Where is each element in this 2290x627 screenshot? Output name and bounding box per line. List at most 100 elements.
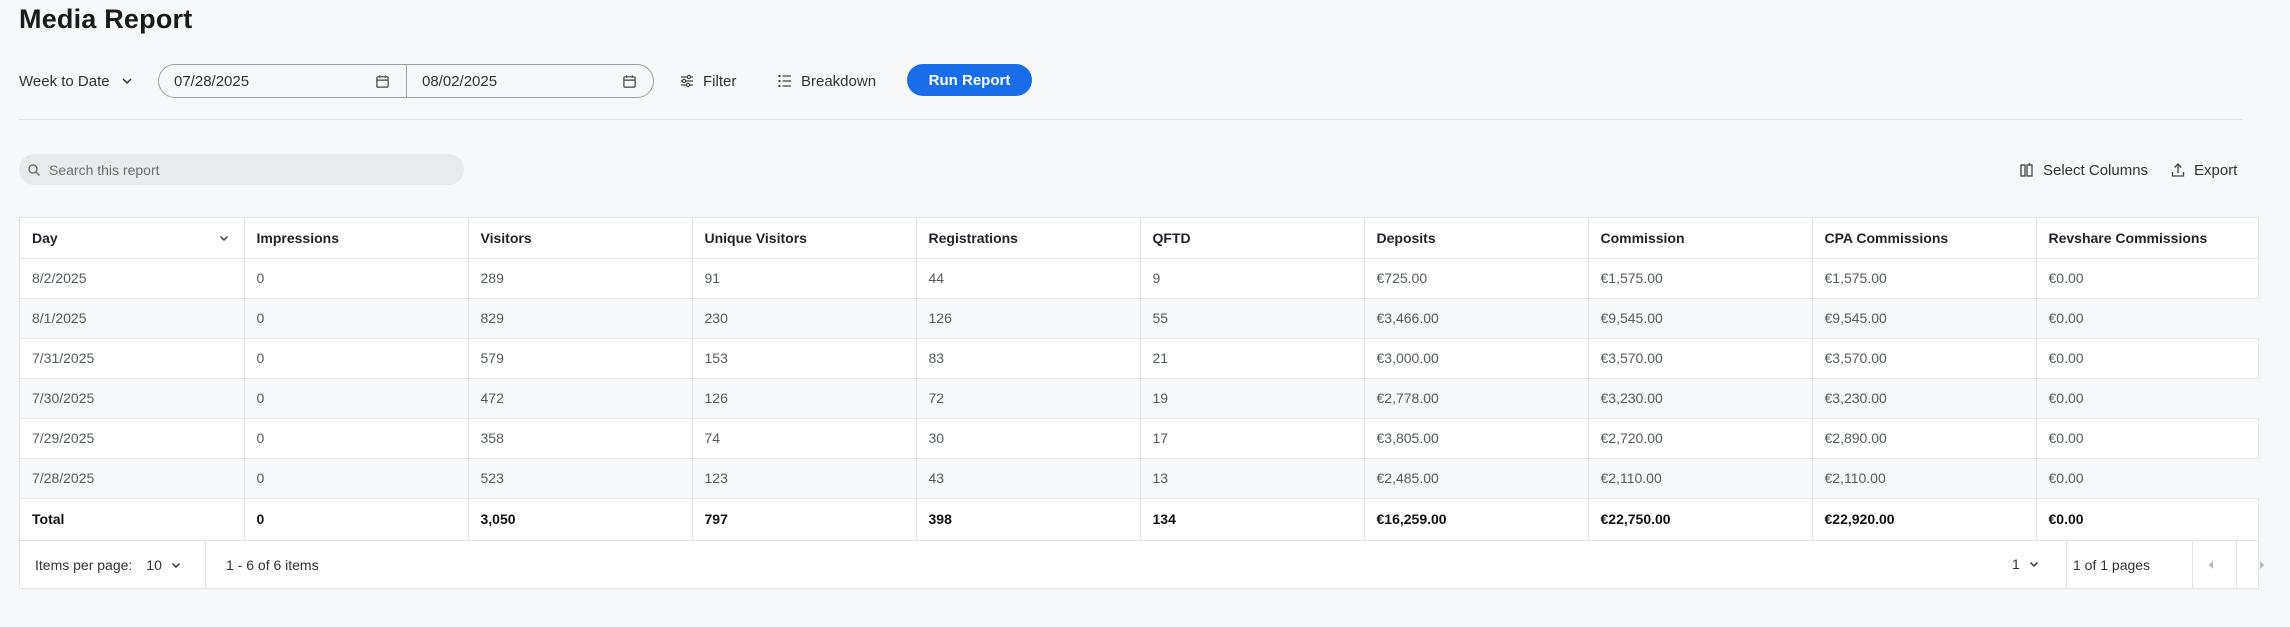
table-cell: 0 — [244, 458, 469, 499]
totals-cell: €22,920.00 — [1812, 497, 2037, 540]
column-header-qftd[interactable]: QFTD — [1140, 218, 1365, 259]
chevron-down-icon — [2029, 562, 2038, 567]
table-row: 7/29/2025 0 358 74 30 17 €3,805.00 €2,720.00 €2,… — [20, 418, 2260, 459]
table-row: 7/31/2025 0 579 153 83 21 €3,000.00 €3,570.00 €3… — [20, 338, 2260, 379]
table-cell: 44 — [916, 258, 1141, 299]
table-cell: €725.00 — [1364, 258, 1589, 299]
table-cell: €2,890.00 — [1812, 418, 2037, 459]
table-cell: €3,466.00 — [1364, 298, 1589, 339]
table-cell: 21 — [1140, 338, 1365, 379]
table-cell: €0.00 — [2036, 338, 2260, 379]
totals-row: Total 0 3,050 797 398 134 €16,259.00 €22,750.00… — [20, 497, 2260, 540]
table-cell: 55 — [1140, 298, 1365, 339]
column-header-revshare-commissions[interactable]: Revshare Commissions — [2036, 218, 2260, 259]
search-input[interactable] — [49, 161, 429, 178]
table-cell: 43 — [916, 458, 1141, 499]
column-header-registrations[interactable]: Registrations — [916, 218, 1141, 259]
table-cell: €0.00 — [2036, 298, 2260, 339]
sliders-icon — [681, 74, 693, 88]
table-row: 8/1/2025 0 829 230 126 55 €3,466.00 €9,545.00 €9… — [20, 298, 2260, 339]
totals-cell: Total — [20, 497, 245, 540]
date-range-inputs: 07/28/2025 08/02/2025 — [158, 64, 654, 98]
table-header-row: Day Impressions Visitors Unique Visitors… — [20, 218, 2260, 259]
current-page-value: 1 — [2012, 556, 2020, 572]
totals-cell: €16,259.00 — [1364, 497, 1589, 540]
totals-cell: 134 — [1140, 497, 1365, 540]
page-number-select[interactable]: 1 — [2012, 556, 2040, 572]
table-row: 7/30/2025 0 472 126 72 19 €2,778.00 €3,230.00 €3… — [20, 378, 2260, 419]
report-table-container: Day Impressions Visitors Unique Visitors… — [19, 217, 2264, 589]
report-search[interactable] — [19, 154, 464, 185]
export-button[interactable]: Export — [2170, 158, 2237, 182]
column-header-unique-visitors[interactable]: Unique Visitors — [692, 218, 917, 259]
table-cell: 472 — [468, 378, 693, 419]
table-cell: 30 — [916, 418, 1141, 459]
pager-divider — [2066, 541, 2067, 589]
previous-page-button[interactable] — [2186, 541, 2236, 589]
next-page-button[interactable] — [2236, 541, 2286, 589]
date-range-select[interactable]: Week to Date — [19, 73, 134, 90]
table-cell: €2,720.00 — [1588, 418, 1813, 459]
table-cell: 0 — [244, 258, 469, 299]
column-header-commission[interactable]: Commission — [1588, 218, 1813, 259]
table-cell: 13 — [1140, 458, 1365, 499]
chevron-down-icon — [171, 562, 180, 568]
table-row: 8/2/2025 0 289 91 44 9 €725.00 €1,575.00 €1,575.… — [20, 258, 2260, 299]
calendar-icon[interactable] — [622, 74, 637, 89]
table-cell: 9 — [1140, 258, 1365, 299]
table-cell: €2,110.00 — [1588, 458, 1813, 499]
table-cell: €3,805.00 — [1364, 418, 1589, 459]
items-per-page-select[interactable]: 10 — [146, 557, 182, 573]
totals-cell: 0 — [244, 497, 469, 540]
pager-divider — [205, 541, 206, 589]
table-cell: 83 — [916, 338, 1141, 379]
column-header-visitors[interactable]: Visitors — [468, 218, 693, 259]
table-cell: 0 — [244, 378, 469, 419]
end-date-field[interactable]: 08/02/2025 — [406, 65, 653, 97]
columns-icon — [2020, 163, 2033, 177]
table-cell: €1,575.00 — [1812, 258, 2037, 299]
table-cell: 153 — [692, 338, 917, 379]
page-title: Media Report — [19, 4, 193, 34]
breakdown-button[interactable]: Breakdown — [777, 64, 876, 98]
table-cell: €3,570.00 — [1588, 338, 1813, 379]
table-row: 7/28/2025 0 523 123 43 13 €2,485.00 €2,110.00 €2… — [20, 458, 2260, 499]
table-cell: 579 — [468, 338, 693, 379]
table-cell: €0.00 — [2036, 458, 2260, 499]
calendar-icon[interactable] — [375, 74, 390, 89]
start-date-value: 07/28/2025 — [174, 72, 250, 90]
table-cell: 7/31/2025 — [20, 338, 245, 379]
export-label: Export — [2194, 161, 2238, 179]
table-cell: 126 — [916, 298, 1141, 339]
table-cell: 0 — [244, 338, 469, 379]
table-cell: 19 — [1140, 378, 1365, 419]
filter-button[interactable]: Filter — [679, 64, 736, 98]
toolbar-divider — [19, 119, 2243, 120]
start-date-field[interactable]: 07/28/2025 — [159, 65, 406, 97]
table-cell: €2,485.00 — [1364, 458, 1589, 499]
caret-left-icon — [2208, 561, 2213, 569]
table-cell: 829 — [468, 298, 693, 339]
run-report-button[interactable]: Run Report — [907, 64, 1032, 96]
column-header-cpa-commissions[interactable]: CPA Commissions — [1812, 218, 2037, 259]
totals-cell: 3,050 — [468, 497, 693, 540]
report-toolbar: Week to Date 07/28/2025 08/02/2025 Filte… — [19, 64, 1032, 98]
chevron-down-icon[interactable] — [218, 232, 230, 244]
table-cell: 289 — [468, 258, 693, 299]
table-cell: 7/29/2025 — [20, 418, 245, 459]
table-cell: €3,570.00 — [1812, 338, 2037, 379]
column-header-day[interactable]: Day — [20, 218, 245, 259]
column-header-deposits[interactable]: Deposits — [1364, 218, 1589, 259]
table-cell: 74 — [692, 418, 917, 459]
table-cell: €9,545.00 — [1588, 298, 1813, 339]
item-range-text: 1 - 6 of 6 items — [226, 557, 319, 573]
table-cell: 91 — [692, 258, 917, 299]
column-header-impressions[interactable]: Impressions — [244, 218, 469, 259]
table-cell: 7/30/2025 — [20, 378, 245, 419]
caret-right-icon — [2259, 561, 2264, 569]
list-icon — [778, 75, 791, 87]
select-columns-button[interactable]: Select Columns — [2019, 158, 2148, 182]
table-cell: 126 — [692, 378, 917, 419]
column-header-label: Day — [32, 229, 58, 246]
table-cell: 17 — [1140, 418, 1365, 459]
